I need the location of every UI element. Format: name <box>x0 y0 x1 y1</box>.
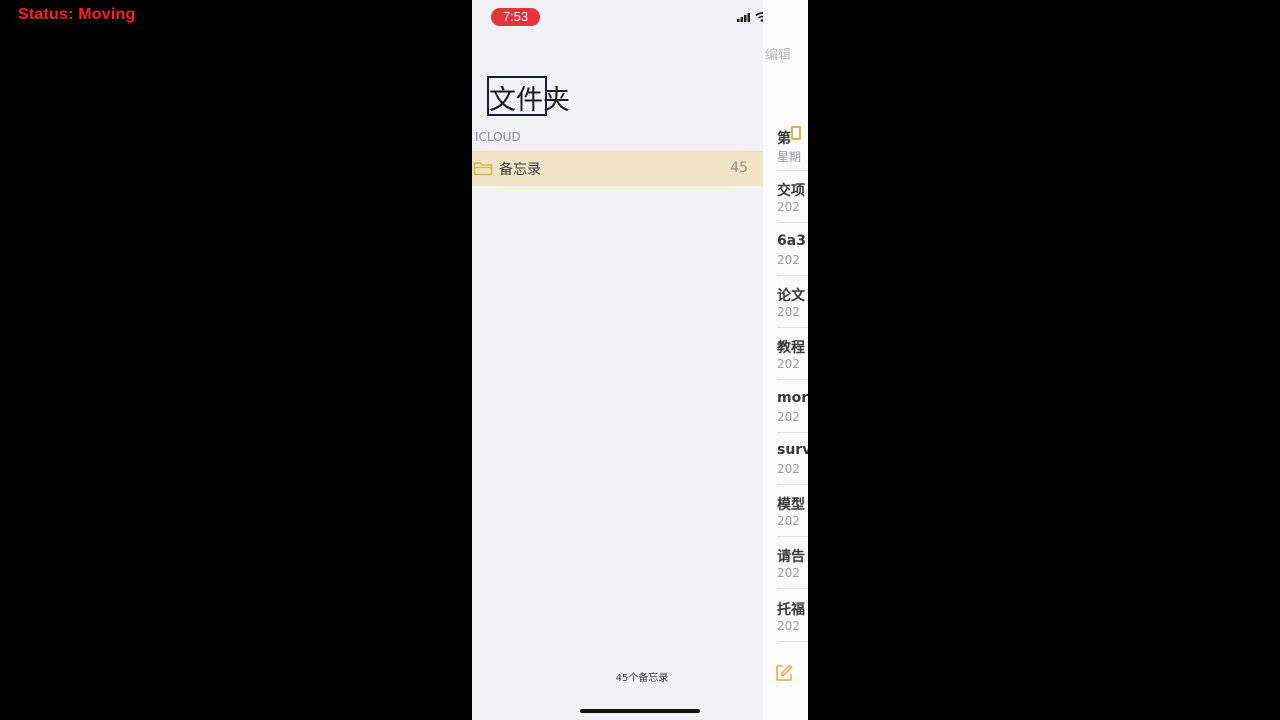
cellular-signal-icon <box>737 13 750 22</box>
note-title: 教程 <box>777 340 805 356</box>
note-title: 托福 <box>777 602 805 618</box>
list-item[interactable]: 托福 202 <box>777 589 808 642</box>
notes-count-footer: 45个备忘录 <box>615 673 669 684</box>
list-item[interactable]: surv 202 <box>777 432 808 485</box>
folder-icon <box>473 162 493 176</box>
list-item[interactable]: 请告 202 <box>777 536 808 589</box>
folder-count: 45 <box>730 160 748 176</box>
list-item[interactable]: mor 202 <box>777 380 808 433</box>
home-indicator[interactable] <box>580 709 700 713</box>
list-item[interactable]: 模型 202 <box>777 484 808 537</box>
list-item[interactable]: 第 星期 <box>777 118 808 171</box>
notes-list-pane: 编辑 第 星期 交项 202 6a3 202 论文 202 教程 202 mor… <box>763 0 808 720</box>
note-title: mor <box>777 390 808 406</box>
status-time: 7:53 <box>491 8 540 26</box>
list-item[interactable]: 教程 202 <box>777 327 808 380</box>
note-subtitle: 202 <box>777 619 800 633</box>
note-subtitle: 202 <box>777 462 800 476</box>
page-title: 文件夹 <box>489 85 570 116</box>
edit-button[interactable]: 编辑 <box>765 44 791 63</box>
note-title: 请告 <box>777 549 805 565</box>
note-title: 论文 <box>777 288 805 304</box>
note-title: 模型 <box>777 497 805 513</box>
section-header-icloud: ICLOUD <box>475 130 521 144</box>
list-item[interactable]: 交项 202 <box>777 170 808 223</box>
folder-row-notes[interactable]: 备忘录 45 <box>472 151 763 186</box>
note-title: 第 <box>777 131 791 147</box>
list-item[interactable]: 6a3 202 <box>777 223 808 276</box>
note-title: 6a3 <box>777 233 806 249</box>
note-title: surv <box>777 442 808 458</box>
status-overlay-label: Status: Moving <box>18 6 136 23</box>
list-item[interactable]: 论文 202 <box>777 275 808 328</box>
note-subtitle: 202 <box>777 566 800 580</box>
folder-label: 备忘录 <box>499 162 541 178</box>
note-subtitle: 202 <box>777 200 800 214</box>
note-title: 交项 <box>777 183 805 199</box>
compose-icon[interactable] <box>775 664 793 682</box>
note-subtitle: 202 <box>777 357 800 371</box>
note-subtitle: 星期 <box>777 150 802 164</box>
note-subtitle: 202 <box>777 305 800 319</box>
pin-marker-icon <box>791 126 801 140</box>
phone-screen: 7:53 文件夹 ICLOUD 备忘录 45 45个备忘录 编辑 第 星期 交项… <box>472 0 808 720</box>
note-subtitle: 202 <box>777 514 800 528</box>
note-subtitle: 202 <box>777 410 800 424</box>
note-subtitle: 202 <box>777 253 800 267</box>
